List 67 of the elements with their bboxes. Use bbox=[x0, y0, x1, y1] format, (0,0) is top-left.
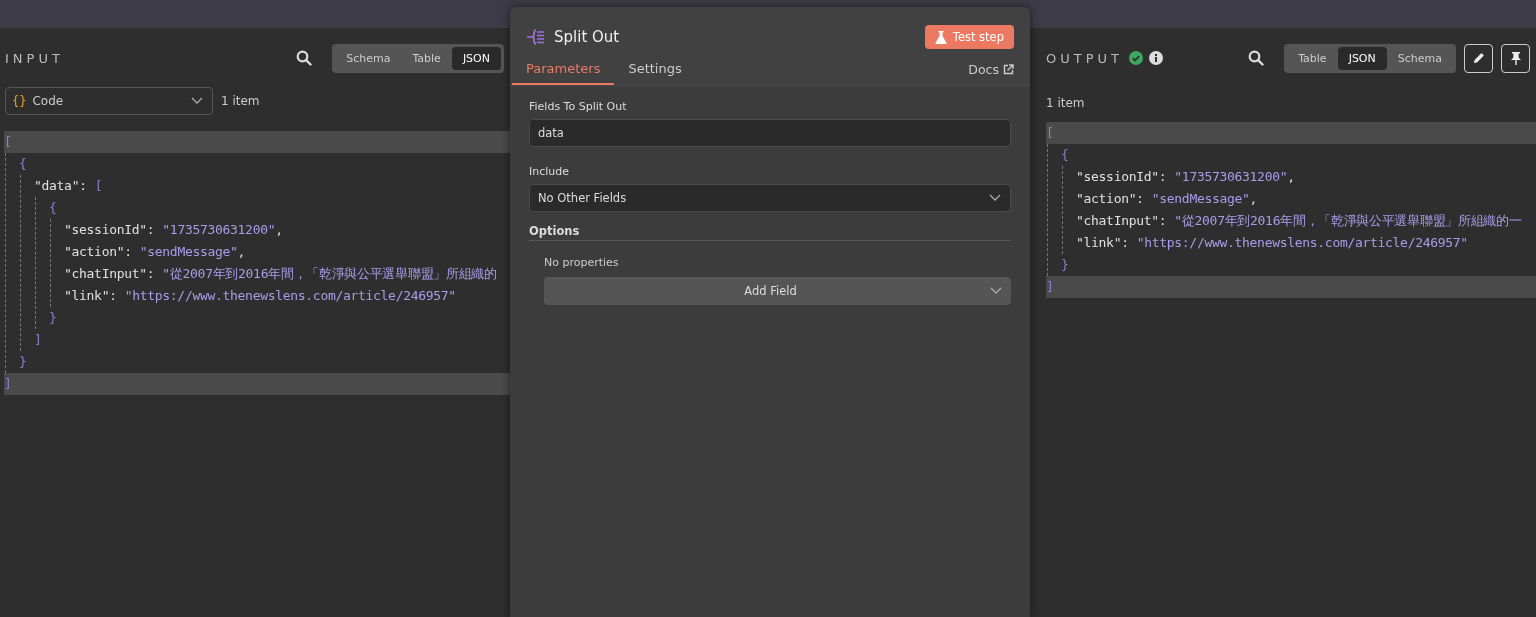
json-bracket: [ bbox=[4, 133, 12, 151]
pencil-icon bbox=[1471, 51, 1486, 65]
select-field[interactable]: No Other Fields bbox=[529, 184, 1011, 212]
node-tab[interactable]: Settings bbox=[614, 55, 696, 85]
json-key: "link": bbox=[1076, 232, 1129, 254]
json-value: "sendMessage" bbox=[139, 243, 238, 261]
json-comma: , bbox=[237, 243, 246, 261]
view-tab[interactable]: Schema bbox=[335, 46, 402, 70]
search-icon bbox=[1248, 50, 1265, 66]
json-key: "sessionId": bbox=[1076, 166, 1167, 188]
json-bracket: [ bbox=[1046, 124, 1054, 142]
pin-icon bbox=[1509, 51, 1522, 65]
view-tab[interactable]: Table bbox=[401, 46, 452, 70]
json-bracket: } bbox=[49, 309, 57, 327]
json-key: "link": bbox=[64, 285, 117, 307]
select-value: Code bbox=[32, 94, 64, 108]
check-circle-icon bbox=[1129, 51, 1143, 65]
json-comma: , bbox=[1287, 168, 1295, 186]
empty-text: No properties bbox=[543, 255, 620, 271]
json-key: "action": bbox=[64, 241, 132, 263]
search-icon bbox=[296, 50, 313, 66]
json-key: "chatInput": bbox=[1076, 210, 1167, 232]
json-bracket: ] bbox=[34, 331, 42, 349]
panel-title: OUTPUT bbox=[1046, 50, 1123, 66]
json-value: "1735730631200" bbox=[162, 221, 276, 239]
input-field[interactable]: data bbox=[529, 119, 1011, 147]
split-icon bbox=[526, 27, 546, 47]
json-value: "https://www.thenewslens.com/article/246957" bbox=[124, 287, 456, 305]
json-bracket: { bbox=[49, 199, 57, 217]
view-tab[interactable]: JSON bbox=[1337, 46, 1387, 70]
edit-button[interactable] bbox=[1464, 43, 1493, 73]
docs-link[interactable]: Docs bbox=[968, 62, 1014, 85]
panel-title: INPUT bbox=[5, 50, 64, 66]
json-key: "data": bbox=[34, 175, 87, 197]
field-label: Fields To Split Out bbox=[529, 100, 628, 113]
json-value: "1735730631200" bbox=[1174, 168, 1288, 186]
json-value: "從2007年到2016年間，「乾淨與公平選舉聯盟」所組織的 bbox=[162, 265, 497, 283]
json-value: "從2007年到2016年間，「乾淨與公平選舉聯盟」所組織的一 bbox=[1174, 212, 1522, 230]
json-bracket: { bbox=[19, 155, 27, 173]
json-comma: , bbox=[275, 221, 283, 239]
code-icon: {} bbox=[12, 94, 27, 108]
json-comma: , bbox=[1249, 190, 1258, 208]
json-key: "action": bbox=[1076, 188, 1144, 210]
flask-icon bbox=[934, 30, 947, 44]
view-tab[interactable]: JSON bbox=[451, 46, 501, 70]
view-tab[interactable]: Schema bbox=[1386, 46, 1453, 70]
node-select[interactable]: {} Code bbox=[5, 87, 213, 115]
item-count: 1 item bbox=[1045, 95, 1086, 112]
json-value: "sendMessage" bbox=[1151, 190, 1250, 208]
json-key: "sessionId": bbox=[64, 219, 155, 241]
json-value: "https://www.thenewslens.com/article/246957" bbox=[1136, 234, 1468, 252]
view-tab[interactable]: Table bbox=[1287, 46, 1338, 70]
item-count: 1 item bbox=[221, 94, 260, 108]
info-icon bbox=[1149, 51, 1163, 65]
json-bracket: } bbox=[1061, 256, 1069, 274]
add-field-button[interactable]: Add Field bbox=[544, 277, 1011, 305]
json-bracket: { bbox=[1061, 146, 1069, 164]
json-key: "chatInput": bbox=[64, 263, 155, 285]
json-bracket: ] bbox=[4, 375, 12, 393]
json-bracket: [ bbox=[94, 177, 103, 195]
json-bracket: ] bbox=[1046, 278, 1054, 296]
external-link-icon bbox=[1003, 64, 1014, 75]
pin-button[interactable] bbox=[1501, 43, 1530, 73]
field-label: Include bbox=[529, 165, 571, 178]
section-title: Options bbox=[529, 224, 1011, 241]
node-title: Split Out bbox=[554, 28, 620, 46]
json-bracket: } bbox=[19, 353, 27, 371]
